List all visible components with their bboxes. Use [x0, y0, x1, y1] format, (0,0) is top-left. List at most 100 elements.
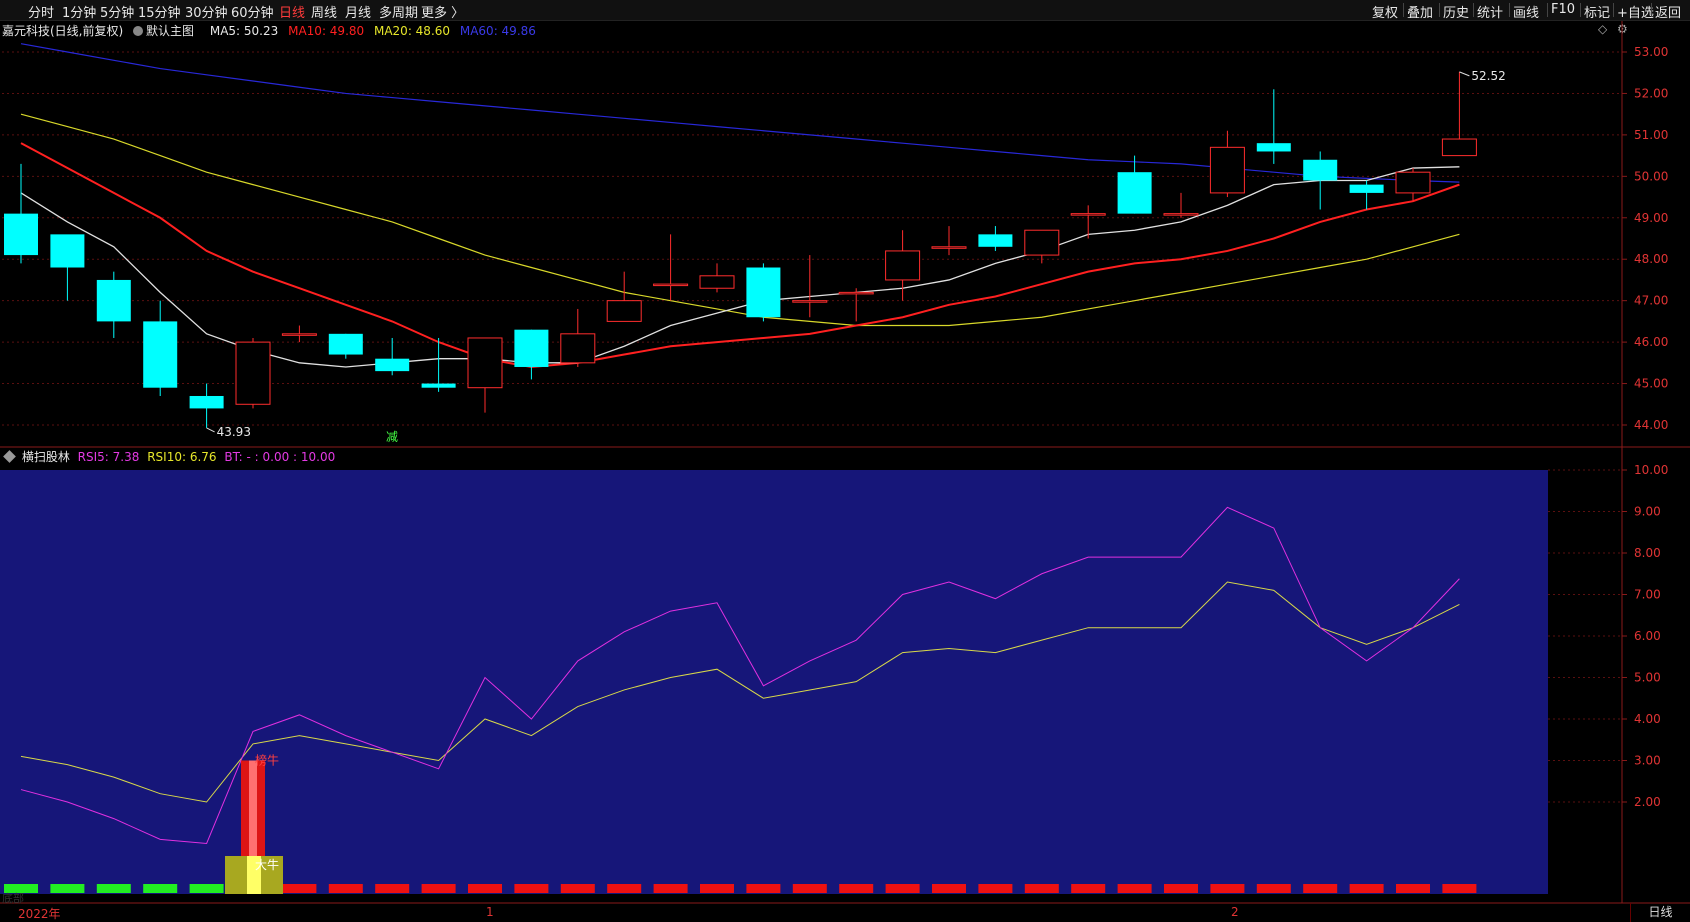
time-label-1: 1	[486, 905, 494, 919]
signal-bar	[143, 884, 178, 893]
high-pointer	[1459, 71, 1470, 77]
toolbar-divider	[1473, 3, 1474, 17]
signal-bar	[1256, 884, 1291, 893]
candle-body	[1349, 184, 1384, 193]
toolbar-button-0[interactable]: 复权	[1372, 2, 1398, 21]
period-indicator[interactable]: 日线	[1630, 903, 1690, 922]
period-tab-10[interactable]: 更多 〉	[421, 2, 464, 21]
signal-bar	[560, 884, 595, 893]
low-pointer	[206, 427, 215, 433]
price-tick-label: 47.00	[1634, 294, 1668, 308]
period-tab-2[interactable]: 5分钟	[100, 2, 134, 21]
candle-body	[1117, 172, 1152, 214]
candle-body	[838, 291, 874, 295]
signal-bar	[328, 884, 363, 893]
period-tab-0[interactable]: 分时	[28, 2, 54, 21]
candle-body	[885, 250, 921, 281]
indicator-tick-label: 3.00	[1634, 754, 1661, 768]
period-tab-6[interactable]: 日线	[279, 2, 305, 21]
price-tick-label: 46.00	[1634, 335, 1668, 349]
price-tick-label: 49.00	[1634, 211, 1668, 225]
signal-bar	[1164, 884, 1198, 893]
candle-body	[235, 341, 271, 405]
candle-body	[1441, 138, 1477, 157]
period-tab-1[interactable]: 1分钟	[62, 2, 96, 21]
signal-bar	[468, 884, 502, 893]
period-tab-3[interactable]: 15分钟	[138, 2, 181, 21]
toolbar-button-1[interactable]: 叠加	[1407, 2, 1433, 21]
signal-marker: 减	[386, 430, 398, 444]
signal-bar	[421, 884, 456, 893]
signal-bar	[839, 884, 874, 893]
candle-body	[653, 283, 689, 287]
candle-body	[560, 333, 596, 364]
signal-bar	[746, 884, 781, 893]
signal-bar	[607, 884, 642, 893]
time-label-2: 2	[1231, 905, 1239, 919]
candle-body	[1395, 171, 1431, 194]
candle-body	[1070, 213, 1106, 216]
toolbar-button-7[interactable]: +自选	[1617, 2, 1654, 21]
candle-body	[931, 246, 967, 249]
signal-bar	[96, 884, 131, 893]
candle-body	[1256, 143, 1291, 152]
signal-bar	[932, 884, 966, 893]
candle-body	[143, 321, 178, 388]
time-label-0: 2022年	[18, 907, 61, 921]
indicator-tick-label: 2.00	[1634, 795, 1661, 809]
signal-bar	[700, 884, 734, 893]
toolbar-divider	[1403, 3, 1404, 17]
high-price-label: 52.52	[1471, 69, 1505, 83]
candle-body	[1163, 213, 1199, 216]
candle-body	[514, 329, 549, 367]
toolbar-button-6[interactable]: 标记	[1584, 2, 1610, 21]
toolbar-button-3[interactable]: 统计	[1477, 2, 1503, 21]
period-tab-8[interactable]: 月线	[345, 2, 371, 21]
toolbar-button-4[interactable]: 画线	[1513, 2, 1539, 21]
toolbar-divider	[1651, 3, 1652, 17]
signal-bar	[1071, 884, 1106, 893]
candle-body	[421, 383, 456, 388]
candle-body	[375, 358, 410, 372]
period-tab-5[interactable]: 60分钟	[231, 2, 274, 21]
candle-body	[606, 300, 642, 322]
period-tab-9[interactable]: 多周期	[379, 2, 418, 21]
signal-bar	[1349, 884, 1384, 893]
candle-body	[699, 275, 735, 289]
candle-body	[467, 337, 503, 389]
signal-bar	[282, 884, 317, 893]
candle-body	[1024, 229, 1060, 256]
toolbar-divider	[1547, 3, 1548, 17]
signal-bar	[514, 884, 549, 893]
period-toolbar: 分时 1分钟 5分钟 15分钟 30分钟 60分钟 日线 周线 月线 多周期 更多 〉 复权 叠加 历史统…	[0, 0, 1690, 21]
toolbar-button-8[interactable]: 返回	[1655, 2, 1681, 21]
indicator-tick-label: 9.00	[1634, 505, 1661, 519]
stock-chart[interactable]: 53.00 52.00 51.00 50.00 49.00 48.00 47.00 46.00…	[0, 21, 1690, 922]
signal-bar	[189, 884, 224, 893]
signal-bar	[1117, 884, 1152, 893]
period-tab-7[interactable]: 周线	[311, 2, 337, 21]
price-tick-label: 53.00	[1634, 45, 1668, 59]
candle-body	[281, 333, 317, 336]
signal-bar	[1303, 884, 1338, 893]
toolbar-button-2[interactable]: 历史	[1443, 2, 1469, 21]
toolbar-divider	[1613, 3, 1614, 17]
candle-body	[50, 234, 85, 268]
time-axis: 2022年 1 2	[0, 903, 1630, 922]
price-tick-label: 48.00	[1634, 252, 1668, 266]
red-signal-highlight	[249, 760, 257, 856]
candle-body	[189, 395, 224, 409]
price-tick-label: 44.00	[1634, 418, 1668, 432]
indicator-tick-label: 4.00	[1634, 712, 1661, 726]
indicator-tick-label: 7.00	[1634, 588, 1661, 602]
candle-body	[328, 333, 363, 355]
price-tick-label: 45.00	[1634, 377, 1668, 391]
signal-bar	[50, 884, 85, 893]
signal-bar	[978, 884, 1013, 893]
signal-bar	[792, 884, 827, 893]
toolbar-button-5[interactable]: F10	[1551, 2, 1575, 17]
candle-body	[96, 279, 131, 322]
period-tab-4[interactable]: 30分钟	[185, 2, 228, 21]
indicator-tick-label: 10.00	[1634, 463, 1668, 477]
candle-body	[4, 213, 38, 256]
